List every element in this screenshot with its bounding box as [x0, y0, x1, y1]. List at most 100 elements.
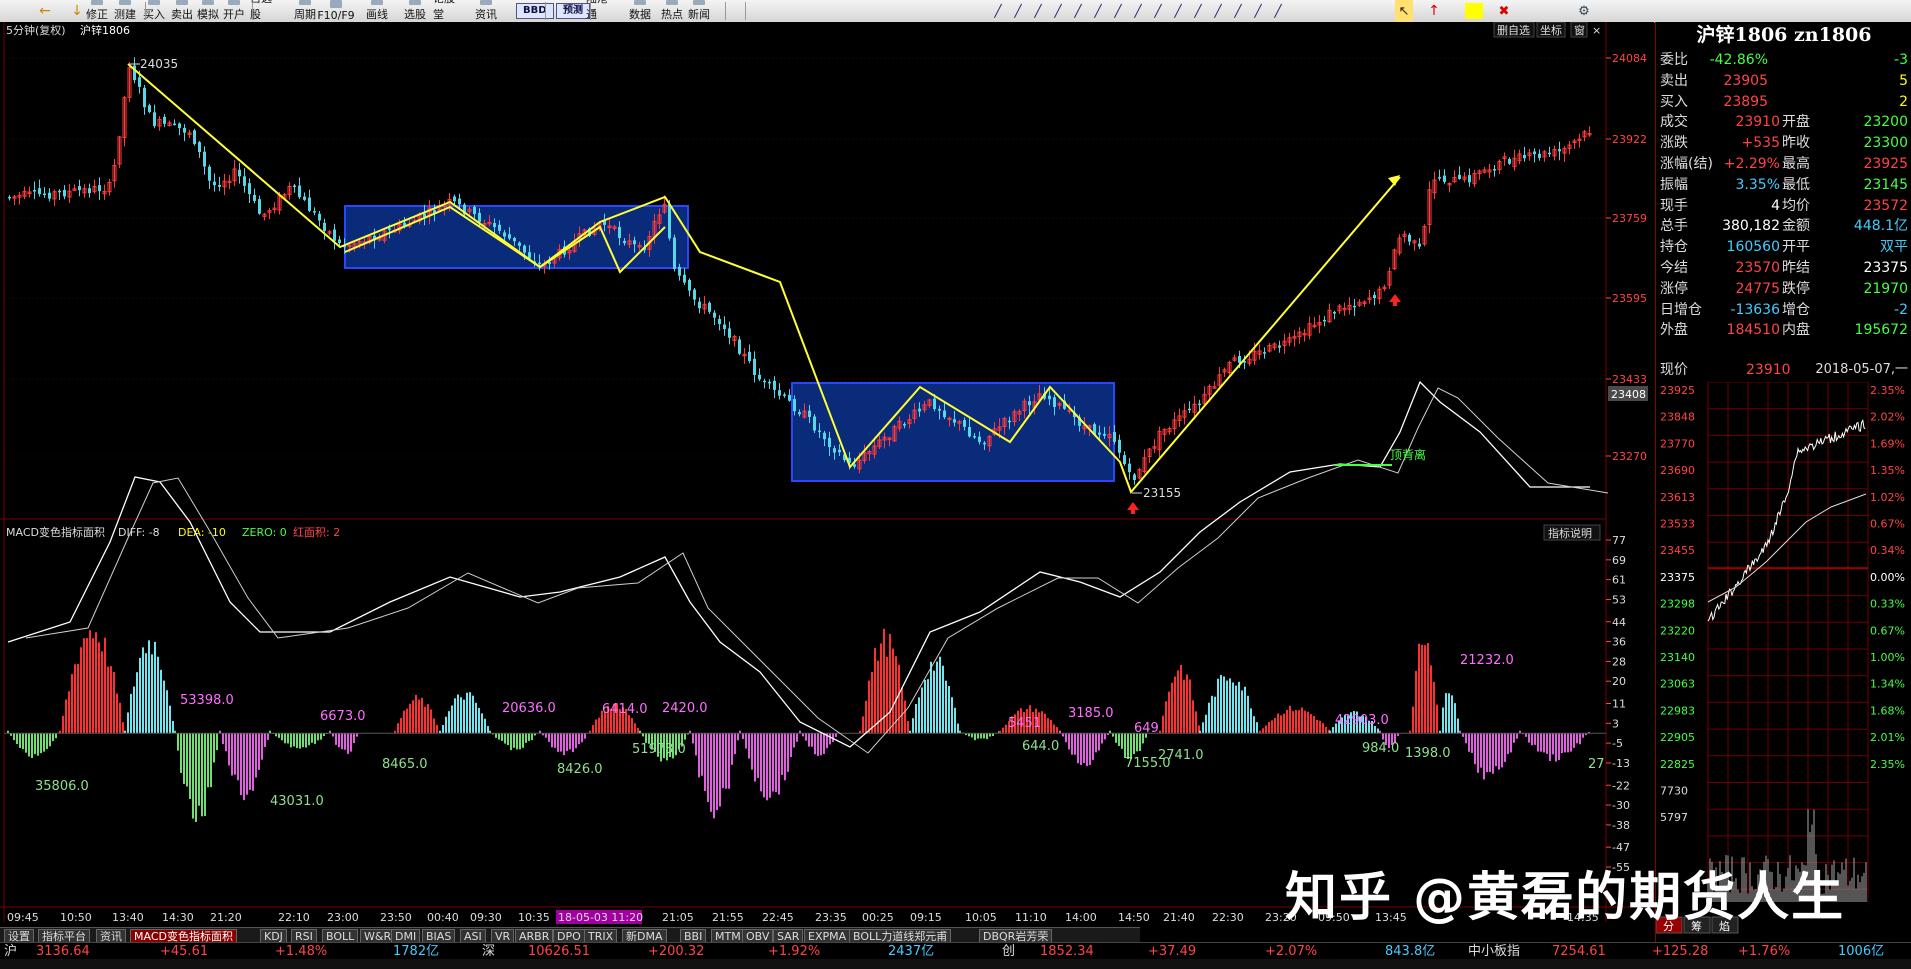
quote-row-value: 380,182 [1722, 218, 1780, 235]
candle-body [318, 213, 321, 221]
cursor-icon[interactable]: ↖ [1395, 0, 1413, 22]
macd-area-value: 35806.0 [35, 779, 89, 794]
draw-tool-icon[interactable]: ╱ [990, 0, 1006, 22]
close-icon[interactable]: × [1592, 24, 1601, 37]
delete-icon[interactable]: ✖ [1495, 0, 1513, 22]
consolidation-box-1 [344, 205, 689, 269]
toolbar-button[interactable]: 周期 [291, 0, 319, 22]
time-tick-label: 09:45 [7, 911, 39, 924]
candle-body [88, 188, 91, 194]
toolbar-forecast-button[interactable]: 预测 [556, 3, 590, 19]
toolbar-bbd-button[interactable]: BBD [516, 3, 554, 19]
candle-body [1238, 356, 1241, 363]
status-item: +1.92% [768, 944, 821, 959]
toolbar-button[interactable]: 模拟 [194, 0, 222, 22]
time-tick-label: 23:00 [327, 911, 359, 924]
toolbar-button[interactable]: 新闻 [685, 0, 713, 22]
mini-right-tick: 1.69% [1870, 437, 1905, 450]
draw-tool-icon[interactable]: ╱ [1010, 0, 1026, 22]
toolbar-button[interactable]: 画线 [363, 0, 391, 22]
toolbar-button[interactable]: 修正 [83, 0, 111, 22]
color-swatch-icon[interactable] [1465, 3, 1483, 19]
toolbar-label: 周期 [294, 8, 316, 21]
macd-area-value: 8426.0 [557, 762, 603, 777]
candle-body [1523, 154, 1526, 159]
toolbar: ←↓修正测建买入卖出模拟开户自选股周期F10/F9画线选股论股堂资讯BBD预测陆… [0, 0, 1911, 23]
mini-right-tick: 2.35% [1870, 384, 1905, 397]
chart-button[interactable]: 删自选 [1497, 24, 1530, 37]
status-item: 1782亿 [393, 944, 440, 959]
time-tick-label: 14:00 [1065, 911, 1097, 924]
quote-row-value: +2.29% [1723, 156, 1780, 172]
up-arrow-icon[interactable]: ↑ [1425, 0, 1443, 22]
candle-body [763, 380, 766, 383]
toolbar-icon [91, 0, 103, 5]
toolbar-icon [299, 0, 311, 5]
draw-tool-icon[interactable]: ╱ [1030, 0, 1046, 22]
macd-title: MACD变色指标面积 [6, 525, 105, 539]
macd-tick-label: 28 [1612, 655, 1626, 668]
draw-tool-icon[interactable]: ╱ [1230, 0, 1246, 22]
macd-tick-label: -38 [1612, 819, 1630, 832]
toolbar-button[interactable]: 热点 [658, 0, 686, 22]
macd-tick-label: -5 [1612, 737, 1623, 750]
draw-tool-icon[interactable]: ╱ [1250, 0, 1266, 22]
draw-tool-icon[interactable]: ╱ [1090, 0, 1106, 22]
toolbar-button[interactable]: 自选股 [250, 0, 278, 22]
indicator-help-button[interactable]: 指标说明 [1548, 526, 1592, 540]
toolbar-button[interactable]: 资讯 [472, 0, 500, 22]
mini-left-tick: 23455 [1660, 544, 1695, 557]
draw-tool-icon[interactable]: ╱ [1170, 0, 1186, 22]
buy-signal-stem [1393, 301, 1397, 306]
toolbar-separator [745, 2, 746, 20]
draw-tool-icon[interactable]: ╱ [1070, 0, 1086, 22]
toolbar-button[interactable]: 开户 [220, 0, 248, 22]
quote-row: 买入 23895 2 [1660, 92, 1908, 112]
draw-tool-icon[interactable]: ╱ [1150, 0, 1166, 22]
candle-body [1113, 431, 1116, 442]
macd-area-value: 3185.0 [1068, 706, 1114, 721]
macd-area-value: 2741.0 [1158, 748, 1204, 763]
status-item: +125.28 [1652, 944, 1709, 959]
candle-body [473, 206, 476, 215]
quote-row: 外盘 184510 内盘 195672 [1660, 320, 1908, 340]
draw-tool-icon[interactable]: ╱ [1110, 0, 1126, 22]
chart-button[interactable]: 窗 [1574, 23, 1585, 37]
candle-body [683, 274, 686, 283]
toolbar-button[interactable]: 数据 [626, 0, 654, 22]
candle-body [213, 181, 216, 186]
toolbar-label: 自选股 [250, 0, 272, 21]
gear-icon[interactable]: ⚙ [1575, 0, 1593, 22]
candle-body [808, 410, 811, 417]
draw-tool-icon[interactable]: ╱ [1270, 0, 1286, 22]
quote-row-value: 184510 [1726, 322, 1780, 339]
candle-body [143, 87, 146, 108]
mini-left-tick: 23533 [1660, 518, 1695, 531]
candle-body [793, 399, 796, 412]
toolbar-button[interactable]: 测建 [111, 0, 139, 22]
candle-body [193, 130, 196, 145]
draw-tool-icon[interactable]: ╱ [1130, 0, 1146, 22]
candle-body [668, 204, 671, 239]
draw-tool-icon[interactable]: ╱ [1050, 0, 1066, 22]
draw-tool-icon[interactable]: ╱ [1210, 0, 1226, 22]
peak-price-label: 24035 [140, 57, 178, 71]
toolbar-label: F10/F9 [317, 9, 355, 22]
chart-button[interactable]: 坐标 [1540, 23, 1562, 37]
back-arrow-icon[interactable]: ← [34, 0, 56, 22]
draw-tool-icon[interactable]: ╱ [1190, 0, 1206, 22]
toolbar-button[interactable]: 卖出 [168, 0, 196, 22]
mini-right-tick: 0.67% [1870, 518, 1905, 531]
toolbar-button[interactable]: F10/F9 [317, 0, 355, 22]
candle-body [633, 240, 636, 245]
toolbar-button[interactable]: 选股 [401, 0, 429, 22]
candle-body [313, 211, 316, 213]
time-tick-label: 22:30 [1212, 911, 1244, 924]
quote-row: 现手 4 均价 23572 [1660, 196, 1908, 216]
candle-body [1323, 319, 1326, 322]
toolbar-button[interactable]: 论股堂 [433, 0, 461, 22]
macd-area-value: 6414.0 [602, 702, 648, 717]
mini-right-tick: 1.35% [1870, 464, 1905, 477]
quote-row: 持仓 160560 开平 双平 [1660, 237, 1908, 257]
price-chart[interactable]: 5分钟(复权) 沪锌1806 删自选 坐标窗 × 24084 23922 23759 23595… [0, 22, 1655, 927]
